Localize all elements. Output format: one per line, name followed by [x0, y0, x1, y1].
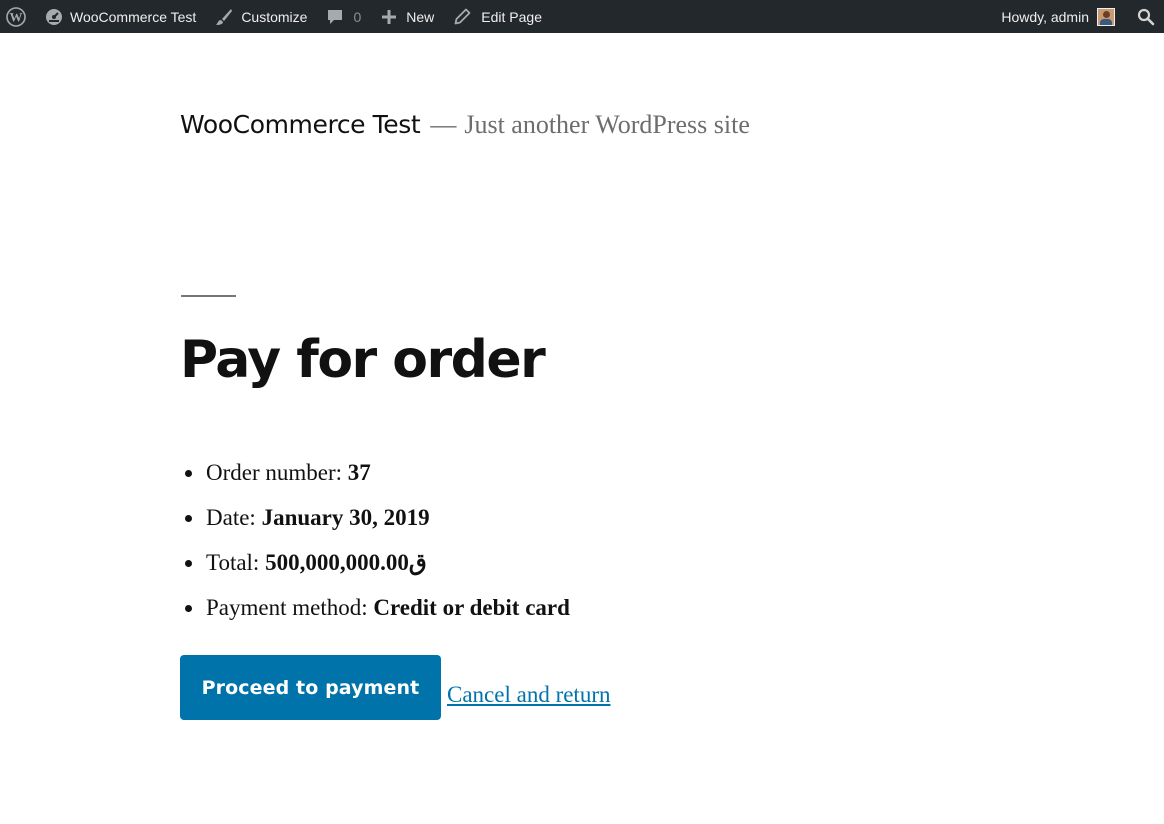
cancel-and-return-link[interactable]: Cancel and return	[447, 682, 610, 708]
avatar	[1097, 7, 1115, 26]
page-title: Pay for order	[180, 330, 546, 390]
admin-bar-new[interactable]: New	[381, 0, 434, 33]
order-total-item: Total: ق500,000,000.00	[180, 545, 570, 590]
svg-text:W: W	[10, 9, 23, 24]
order-date-value: January 30, 2019	[261, 505, 430, 530]
tagline: Just another WordPress site	[464, 110, 750, 139]
admin-bar-site-name[interactable]: WooCommerce Test	[45, 0, 196, 33]
order-date-item: Date: January 30, 2019	[180, 500, 570, 545]
tagline-dash: —	[430, 110, 457, 139]
admin-bar-customize[interactable]: Customize	[215, 0, 307, 33]
pencil-icon	[454, 8, 471, 25]
comment-icon	[326, 8, 344, 26]
order-details-list: Order number: 37 Date: January 30, 2019 …	[180, 455, 570, 635]
order-total-value: ق500,000,000.00	[265, 550, 427, 575]
comments-count: 0	[353, 8, 362, 25]
order-total-label: Total:	[206, 550, 266, 575]
admin-bar: W WooCommerce Test Customize 0 New Edit …	[0, 0, 1164, 33]
new-label: New	[406, 8, 435, 25]
site-title[interactable]: WooCommerce Test	[180, 110, 421, 139]
order-date-label: Date:	[206, 505, 262, 530]
title-divider	[181, 295, 236, 297]
order-number-item: Order number: 37	[180, 455, 570, 500]
dashboard-icon	[45, 8, 63, 26]
site-description: — Just another WordPress site	[430, 110, 750, 140]
payment-method-item: Payment method: Credit or debit card	[180, 590, 570, 635]
howdy-label: Howdy, admin	[1001, 8, 1089, 25]
site-name-label: WooCommerce Test	[70, 8, 197, 25]
payment-method-value: Credit or debit card	[373, 595, 570, 620]
search-icon[interactable]	[1135, 0, 1157, 33]
proceed-to-payment-button[interactable]: Proceed to payment	[180, 655, 441, 720]
edit-page-label: Edit Page	[481, 8, 542, 25]
admin-bar-edit-page[interactable]: Edit Page	[454, 0, 542, 33]
plus-icon	[381, 9, 397, 25]
payment-method-label: Payment method:	[206, 595, 374, 620]
site-header: WooCommerce Test — Just another WordPress…	[180, 110, 750, 140]
customize-label: Customize	[241, 8, 308, 25]
admin-bar-account[interactable]: Howdy, admin	[1001, 0, 1135, 33]
order-number-label: Order number:	[206, 460, 348, 485]
brush-icon	[215, 8, 233, 26]
wordpress-logo-icon[interactable]: W	[1, 0, 31, 33]
admin-bar-comments[interactable]: 0	[326, 0, 361, 33]
order-number-value: 37	[347, 460, 371, 485]
